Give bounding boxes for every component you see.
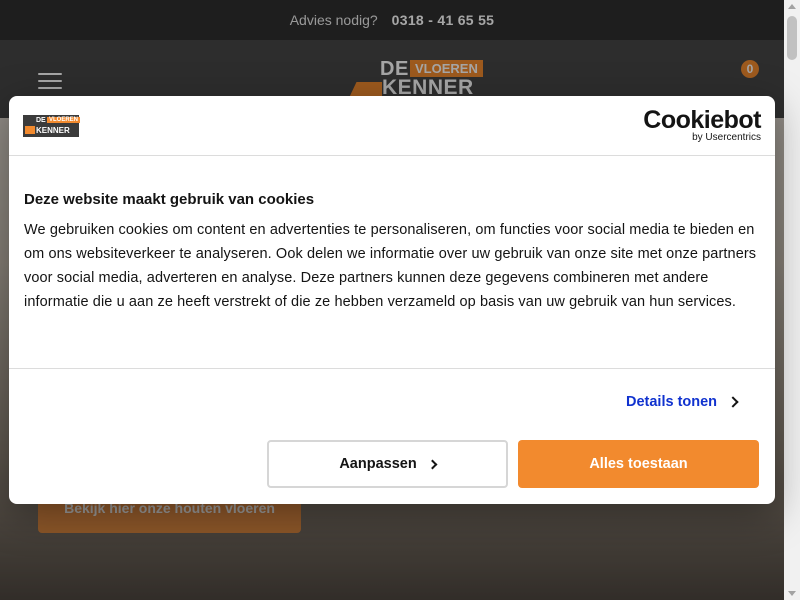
- page-scrollbar[interactable]: [784, 0, 800, 600]
- scroll-thumb[interactable]: [787, 16, 797, 60]
- customize-button[interactable]: Aanpassen: [267, 440, 508, 488]
- chevron-right-icon: [727, 396, 739, 408]
- cookiebot-logo[interactable]: Cookiebot by Usercentrics: [643, 108, 761, 143]
- dialog-divider: [9, 368, 775, 369]
- chevron-right-icon: [427, 459, 438, 469]
- details-toggle-link[interactable]: Details tonen: [626, 394, 739, 410]
- cookie-consent-dialog: DE VLOEREN KENNER Cookiebot by Usercentr…: [9, 96, 775, 504]
- dialog-body-text: We gebruiken cookies om content en adver…: [24, 222, 757, 310]
- allow-all-button[interactable]: Alles toestaan: [518, 440, 759, 488]
- dialog-header: DE VLOEREN KENNER Cookiebot by Usercentr…: [9, 96, 775, 156]
- dialog-title: Deze website maakt gebruik van cookies: [24, 191, 315, 208]
- dialog-site-logo: DE VLOEREN KENNER: [23, 115, 81, 137]
- scroll-up-arrow-icon[interactable]: [788, 4, 796, 9]
- scroll-down-arrow-icon[interactable]: [788, 591, 796, 596]
